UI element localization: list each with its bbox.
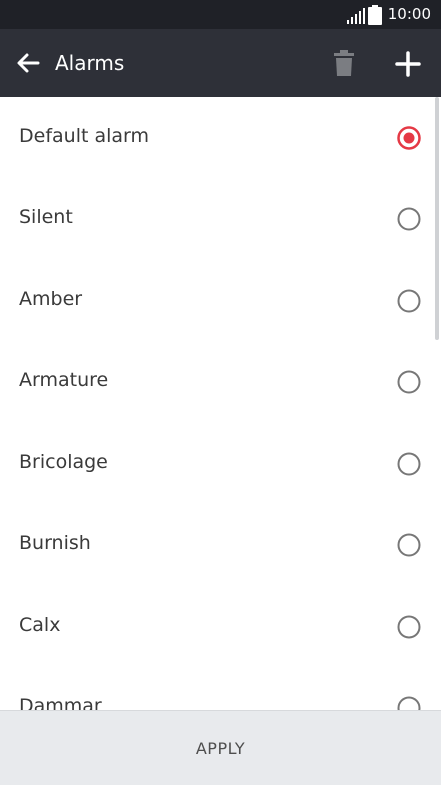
alarm-item-default-alarm[interactable]: Default alarm [0,97,441,178]
app-bar: Alarms [0,29,441,97]
alarm-item-label: Burnish [19,532,91,554]
alarm-list: Default alarm Silent Amber Armature Bric… [0,97,441,710]
alarm-item-bricolage[interactable]: Bricolage [0,423,441,504]
radio-unselected-icon[interactable] [396,451,422,477]
apply-button[interactable]: APPLY [0,711,441,785]
radio-unselected-icon[interactable] [396,288,422,314]
alarm-item-burnish[interactable]: Burnish [0,504,441,585]
alarm-item-amber[interactable]: Amber [0,260,441,341]
alarm-item-label: Armature [19,369,109,391]
radio-unselected-icon[interactable] [396,369,422,395]
status-time: 10:00 [387,5,431,23]
trash-icon[interactable] [330,48,358,80]
alarm-item-dammar[interactable]: Dammar [0,667,441,710]
battery-icon [368,5,382,25]
signal-icon [347,8,365,24]
radio-selected-icon[interactable] [396,125,422,151]
page-title: Alarms [55,51,125,75]
alarm-item-label: Bricolage [19,451,108,473]
radio-unselected-icon[interactable] [396,695,422,710]
back-arrow-icon[interactable] [12,47,44,79]
alarm-item-label: Dammar [19,695,102,710]
alarm-item-label: Default alarm [19,125,150,147]
alarm-item-label: Silent [19,206,73,228]
alarm-item-armature[interactable]: Armature [0,341,441,422]
status-bar: 10:00 [0,0,441,29]
radio-unselected-icon[interactable] [396,614,422,640]
add-icon[interactable] [392,48,424,80]
radio-unselected-icon[interactable] [396,532,422,558]
radio-unselected-icon[interactable] [396,206,422,232]
scrollbar[interactable] [435,97,439,340]
alarm-item-calx[interactable]: Calx [0,586,441,667]
alarm-item-label: Amber [19,288,83,310]
alarm-item-silent[interactable]: Silent [0,178,441,259]
alarm-item-label: Calx [19,614,61,636]
footer-bar: APPLY [0,710,441,785]
